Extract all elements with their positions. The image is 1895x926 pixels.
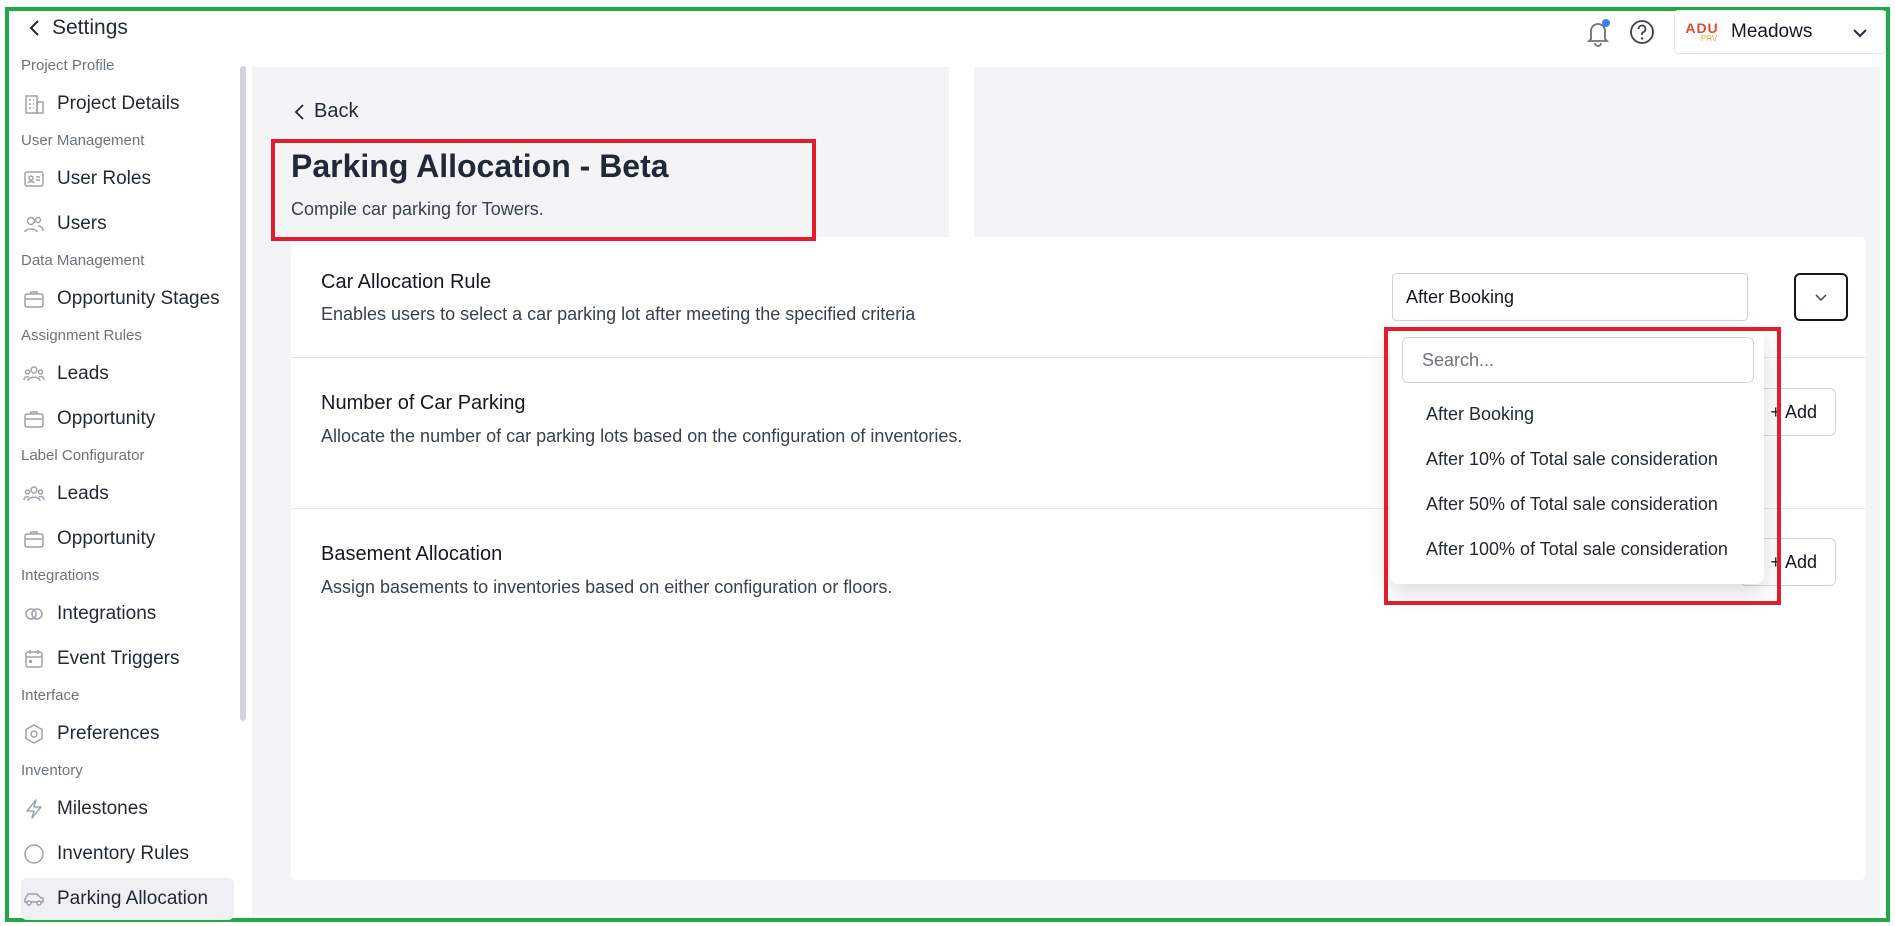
- sidebar-scrollbar[interactable]: [240, 66, 246, 721]
- hexagon-settings-icon: [25, 724, 43, 744]
- chevron-left-icon: [294, 103, 304, 120]
- top-bar: Settings ADU PRV Meadows: [0, 0, 1895, 62]
- sidebar-section-assignment-rules: Assignment Rules: [21, 327, 142, 344]
- basement-allocation-description: Assign basements to inventories based on…: [321, 577, 893, 597]
- sidebar-item-project-details[interactable]: Project Details: [21, 84, 234, 124]
- users-icon: [24, 216, 44, 233]
- sidebar-section-integrations: Integrations: [21, 567, 100, 584]
- car-allocation-rule-select[interactable]: After Booking: [1392, 273, 1748, 321]
- sidebar-item-parking-allocation[interactable]: Parking Allocation: [21, 878, 234, 920]
- sidebar-item-milestones[interactable]: Milestones: [21, 789, 234, 829]
- back-button[interactable]: Back: [294, 100, 358, 123]
- dropdown-highlight-box: [1384, 327, 1781, 605]
- sidebar-item-event-triggers[interactable]: Event Triggers: [21, 639, 234, 679]
- sidebar-item-preferences[interactable]: Preferences: [21, 714, 234, 754]
- sidebar-item-label-opportunity[interactable]: Opportunity: [21, 519, 234, 559]
- sidebar-item-inventory-rules[interactable]: Inventory Rules: [21, 834, 234, 874]
- building-icon: [25, 95, 44, 114]
- sidebar-section-inventory: Inventory: [21, 762, 83, 779]
- project-logo: ADU PRV: [1685, 20, 1719, 43]
- project-switcher[interactable]: ADU PRV Meadows: [1674, 10, 1886, 54]
- sidebar-section-user-management: User Management: [21, 132, 145, 149]
- number-of-car-parking-title: Number of Car Parking: [321, 392, 526, 414]
- link-icon: [25, 608, 43, 620]
- sidebar-item-opportunity-stages[interactable]: Opportunity Stages: [21, 279, 234, 319]
- number-of-car-parking-description: Allocate the number of car parking lots …: [321, 426, 963, 446]
- sidebar-section-data-management: Data Management: [21, 252, 145, 269]
- sidebar-item-opportunity[interactable]: Opportunity: [21, 399, 234, 439]
- sidebar-section-label-configurator: Label Configurator: [21, 447, 145, 464]
- layout-gap: [949, 62, 974, 362]
- basement-allocation-title: Basement Allocation: [321, 543, 503, 565]
- sidebar-item-leads[interactable]: Leads: [21, 354, 234, 394]
- help-icon[interactable]: [1628, 18, 1656, 46]
- id-card-icon: [24, 171, 44, 187]
- briefcase-icon: [24, 291, 44, 308]
- car-allocation-rule-title: Car Allocation Rule: [321, 271, 492, 293]
- chevron-down-icon: [1815, 294, 1827, 302]
- bell-icon[interactable]: [1584, 18, 1612, 48]
- briefcase-icon: [24, 531, 44, 548]
- lightning-icon: [26, 799, 42, 819]
- calendar-icon: [25, 650, 43, 668]
- group-icon: [23, 486, 45, 502]
- title-highlight-box: [271, 139, 816, 241]
- circle-icon: [24, 844, 44, 864]
- chevron-left-icon: [29, 20, 39, 36]
- car-allocation-rule-description: Enables users to select a car parking lo…: [321, 304, 916, 324]
- sidebar-item-label-leads[interactable]: Leads: [21, 474, 234, 514]
- sidebar-item-users[interactable]: Users: [21, 204, 234, 244]
- chevron-down-icon: [1853, 29, 1867, 38]
- briefcase-icon: [24, 411, 44, 428]
- group-icon: [23, 366, 45, 382]
- settings-back-button[interactable]: Settings: [28, 16, 128, 40]
- car-allocation-rule-dropdown-toggle[interactable]: [1794, 273, 1848, 321]
- sidebar-item-user-roles[interactable]: User Roles: [21, 159, 234, 199]
- sidebar-section-interface: Interface: [21, 687, 80, 704]
- sidebar-item-integrations[interactable]: Integrations: [21, 594, 234, 634]
- sidebar-section-project-profile: Project Profile: [21, 57, 115, 74]
- car-icon: [24, 893, 44, 906]
- project-name: Meadows: [1731, 21, 1813, 42]
- settings-title: Settings: [52, 16, 128, 39]
